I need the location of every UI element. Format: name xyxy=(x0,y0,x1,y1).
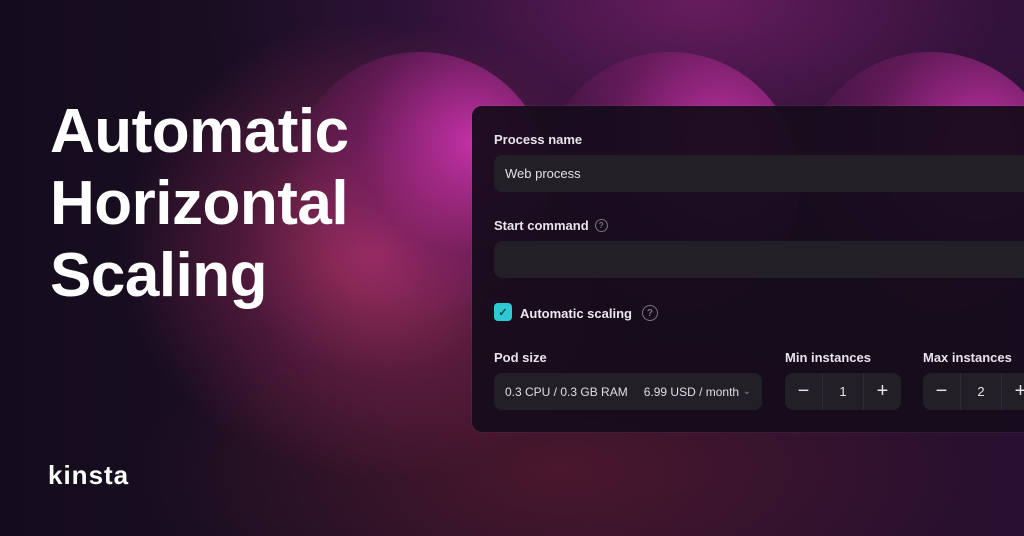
start-command-input[interactable] xyxy=(494,241,1024,278)
headline-line: Horizontal xyxy=(50,169,349,238)
check-icon: ✓ xyxy=(498,306,508,319)
increment-button[interactable]: + xyxy=(864,373,901,410)
pod-size-label: Pod size xyxy=(494,350,547,365)
increment-button[interactable]: + xyxy=(1002,373,1024,410)
process-name-input[interactable]: Web process xyxy=(494,155,1024,192)
max-instances-stepper: − 2 + xyxy=(923,373,1024,410)
help-icon[interactable]: ? xyxy=(594,219,608,232)
process-name-label: Process name xyxy=(494,132,583,147)
process-settings-panel: Process name Web process Start command ?… xyxy=(472,106,1024,432)
min-instances-stepper: − 1 + xyxy=(785,373,901,410)
pod-size-price: 6.99 USD / month xyxy=(643,384,740,399)
min-instances-value[interactable]: 1 xyxy=(822,373,864,410)
decrement-button[interactable]: − xyxy=(785,373,822,410)
automatic-scaling-label: Automatic scaling ? xyxy=(520,305,658,321)
headline: Automatic Horizontal Scaling xyxy=(50,96,349,312)
decrement-button[interactable]: − xyxy=(923,373,960,410)
min-instances-label: Min instances xyxy=(785,350,871,365)
max-instances-label: Max instances xyxy=(923,350,1012,365)
automatic-scaling-checkbox[interactable]: ✓ xyxy=(494,303,512,321)
help-icon[interactable]: ? xyxy=(641,305,658,321)
chevron-down-icon: ⌄ xyxy=(742,386,751,397)
pod-size-spec: 0.3 CPU / 0.3 GB RAM xyxy=(505,384,628,399)
headline-line: Automatic xyxy=(50,97,349,166)
kinsta-logo: kinsta xyxy=(48,460,130,490)
headline-line: Scaling xyxy=(50,241,268,310)
max-instances-value[interactable]: 2 xyxy=(960,373,1002,410)
pod-size-select[interactable]: 0.3 CPU / 0.3 GB RAM 6.99 USD / month ⌄ xyxy=(494,373,762,410)
start-command-label: Start command ? xyxy=(494,218,608,233)
